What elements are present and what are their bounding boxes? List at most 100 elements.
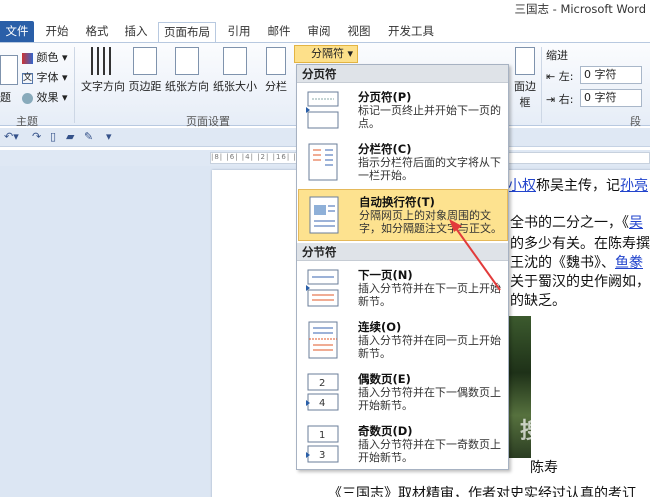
- page-border-icon: [515, 47, 535, 75]
- theme-icon[interactable]: [0, 55, 18, 85]
- indent-right-input[interactable]: 0 字符: [580, 89, 642, 107]
- ribbon-tabs: 文件 开始 格式 插入 页面布局 引用 邮件 审阅 视图 开发工具: [0, 19, 650, 42]
- doc-line-2: 全书的二分之一，《吴: [510, 215, 643, 231]
- new-document-icon[interactable]: ▯: [50, 130, 56, 143]
- title-bar: 三国志 - Microsoft Word: [0, 0, 650, 19]
- theme-button-label[interactable]: 题: [0, 89, 11, 105]
- tab-developer[interactable]: 开发工具: [382, 22, 440, 42]
- menu-item-next-page[interactable]: 下一页(N) 插入分节符并在下一页上开始新节。: [298, 263, 508, 315]
- svg-text:4: 4: [319, 398, 325, 409]
- orientation-icon: [175, 47, 199, 75]
- tab-home[interactable]: 开始: [40, 22, 74, 42]
- breaks-dropdown-menu: 分页符 分页符(P) 标记一页终止并开始下一页的点。 分栏符(C) 指示分栏符后…: [296, 64, 509, 470]
- indent-left-label: ⇤ 左:: [546, 70, 574, 83]
- text-direction-icon: [91, 47, 115, 75]
- paper-size-icon: [223, 47, 247, 75]
- odd-page-section-icon: 1 3: [306, 425, 339, 463]
- menu-item-title: 偶数页(E): [358, 372, 411, 386]
- fonts-label: 字体: [36, 71, 59, 84]
- doc-link-yu-huan[interactable]: 鱼豢: [615, 255, 643, 271]
- menu-item-continuous[interactable]: 连续(O) 插入分节符并在同一页上开始新节。: [298, 315, 508, 367]
- effects-icon: [22, 92, 33, 104]
- customize-toolbar-icon[interactable]: ▾: [106, 130, 112, 143]
- doc-link-wu[interactable]: 吴: [629, 215, 643, 231]
- columns-label: 分栏: [265, 80, 287, 93]
- theme-fonts-button[interactable]: 文 字体 ▾: [22, 69, 68, 85]
- text-direction-button[interactable]: 文字方向: [80, 47, 126, 94]
- column-break-icon: [308, 143, 338, 181]
- tab-mailings[interactable]: 邮件: [262, 22, 296, 42]
- watermark-text: 搜狗指南: [520, 419, 609, 444]
- tab-review[interactable]: 审阅: [302, 22, 336, 42]
- margins-button[interactable]: 页边距: [128, 47, 162, 94]
- orientation-button[interactable]: 纸张方向: [164, 47, 210, 94]
- colors-icon: [22, 52, 33, 64]
- indent-right-label: ⇥ 右:: [546, 93, 574, 106]
- indent-label: 缩进: [546, 49, 568, 62]
- menu-item-title: 下一页(N): [358, 268, 413, 282]
- text-direction-label: 文字方向: [81, 80, 125, 93]
- menu-item-column-break[interactable]: 分栏符(C) 指示分栏符后面的文字将从下一栏开始。: [298, 137, 508, 189]
- menu-item-page-break[interactable]: 分页符(P) 标记一页终止并开始下一页的点。: [298, 85, 508, 137]
- svg-text:3: 3: [319, 450, 325, 461]
- text-wrapping-break-icon: [309, 196, 339, 234]
- breaks-label: 分隔符: [311, 47, 344, 60]
- next-page-section-icon: [306, 269, 339, 307]
- breaks-button[interactable]: 分隔符 ▾: [294, 45, 358, 63]
- margins-label: 页边距: [128, 80, 162, 93]
- page-border-label: 面边框: [514, 80, 536, 109]
- menu-item-text-wrapping-break[interactable]: 自动换行符(T) 分隔网页上的对象周围的文字，如分隔题注文字与正文。: [298, 189, 508, 241]
- menu-item-desc: 标记一页终止并开始下一页的点。: [358, 104, 501, 130]
- margins-icon: [133, 47, 157, 75]
- even-page-section-icon: 2 4: [306, 373, 339, 411]
- page-break-icon: [306, 91, 339, 129]
- doc-link-sun-liang[interactable]: 孙亮: [620, 178, 648, 194]
- continuous-section-icon: [308, 321, 338, 359]
- window-title: 三国志 - Microsoft Word: [514, 2, 646, 16]
- tab-view[interactable]: 视图: [342, 22, 376, 42]
- doc-link-sun-quan[interactable]: 小权: [508, 178, 536, 194]
- menu-item-desc: 指示分栏符后面的文字将从下一栏开始。: [358, 156, 501, 182]
- colors-label: 颜色: [36, 51, 59, 64]
- edit-icon[interactable]: ✎: [84, 130, 93, 143]
- paragraph-group-label: 段: [630, 115, 641, 128]
- fonts-icon: 文: [22, 72, 33, 84]
- effects-label: 效果: [36, 91, 59, 104]
- size-button[interactable]: 纸张大小: [212, 47, 258, 94]
- theme-group-label: 主题: [16, 115, 38, 128]
- theme-colors-button[interactable]: 颜色 ▾: [22, 49, 68, 65]
- doc-line-1: 小权称吴主传，记孙亮: [508, 178, 648, 194]
- menu-item-title: 分页符(P): [358, 90, 412, 104]
- menu-item-title: 分栏符(C): [358, 142, 412, 156]
- tab-references[interactable]: 引用: [222, 22, 256, 42]
- page-borders-button[interactable]: 面边框: [510, 47, 540, 110]
- tab-file[interactable]: 文件: [0, 21, 34, 42]
- menu-item-desc: 插入分节符并在下一页上开始新节。: [358, 282, 501, 308]
- doc-line-6: 的缺乏。: [510, 293, 566, 309]
- tab-page-layout[interactable]: 页面布局: [158, 22, 216, 42]
- columns-button[interactable]: 分栏: [262, 47, 290, 94]
- group-separator: [541, 47, 542, 123]
- image-caption: 陈寿: [530, 460, 558, 476]
- menu-item-desc: 插入分节符并在同一页上开始新节。: [358, 334, 501, 360]
- menu-item-odd-page[interactable]: 1 3 奇数页(D) 插入分节符并在下一奇数页上开始新节。: [298, 419, 508, 471]
- tab-format[interactable]: 格式: [80, 22, 114, 42]
- svg-text:1: 1: [319, 430, 325, 441]
- page-breaks-header: 分页符: [297, 65, 508, 83]
- menu-item-even-page[interactable]: 2 4 偶数页(E) 插入分节符并在下一偶数页上开始新节。: [298, 367, 508, 419]
- orientation-label: 纸张方向: [165, 80, 209, 93]
- page-setup-group-label: 页面设置: [186, 115, 230, 128]
- open-folder-icon[interactable]: ▰: [66, 130, 74, 143]
- doc-line-4: 王沈的《魏书》、鱼豢: [510, 255, 643, 271]
- indent-left-icon: ⇤: [546, 70, 556, 83]
- tab-insert[interactable]: 插入: [119, 22, 153, 42]
- doc-line-3: 的多少有关。在陈寿撰: [510, 236, 650, 252]
- menu-item-title: 奇数页(D): [358, 424, 413, 438]
- redo-icon[interactable]: ↷: [32, 130, 41, 143]
- theme-effects-button[interactable]: 效果 ▾: [22, 89, 68, 105]
- indent-left-input[interactable]: 0 字符: [580, 66, 642, 84]
- doc-line-5: 关于蜀汉的史作阙如，: [510, 274, 650, 290]
- group-separator: [74, 47, 75, 123]
- undo-icon[interactable]: ↶▾: [4, 130, 19, 143]
- size-label: 纸张大小: [213, 80, 257, 93]
